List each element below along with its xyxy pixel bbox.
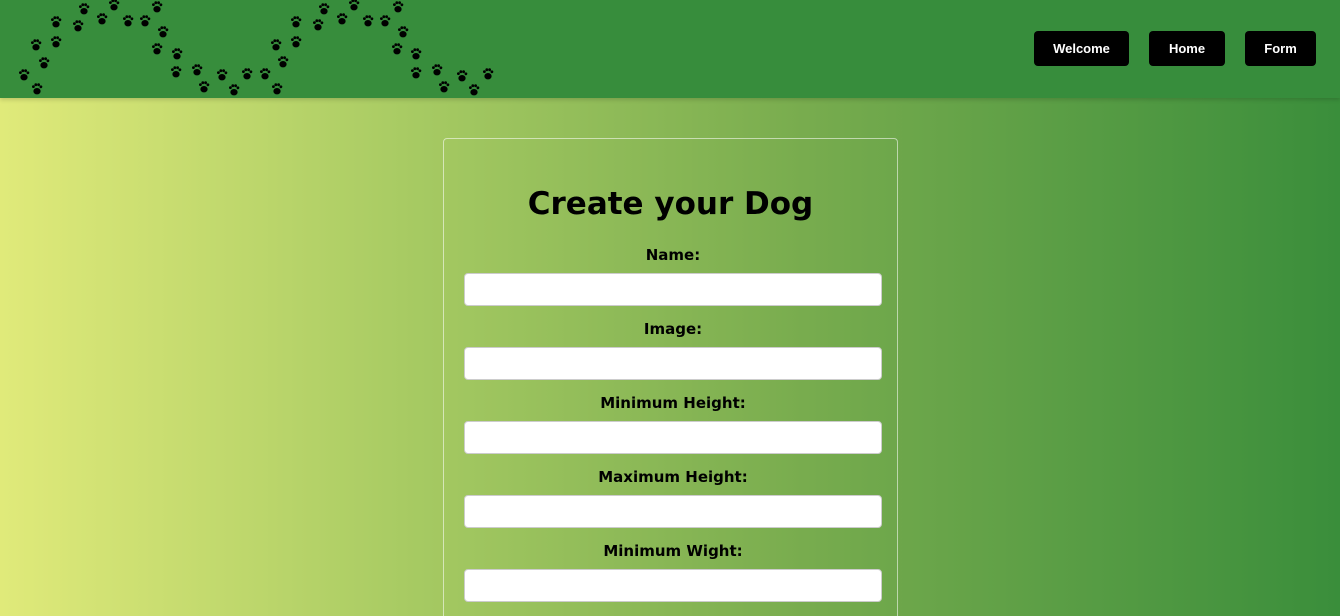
paw-icon xyxy=(291,16,302,28)
paw-icon xyxy=(380,15,391,27)
paw-icon xyxy=(392,43,403,55)
paw-icon xyxy=(291,36,302,48)
paw-icon xyxy=(363,15,374,27)
paw-icon xyxy=(51,36,62,48)
paw-icon xyxy=(349,0,360,11)
nav-buttons: Welcome Home Form xyxy=(1034,31,1316,66)
paw-icon xyxy=(439,81,450,93)
paw-icon xyxy=(19,69,30,81)
create-dog-form: Create your Dog Name: Image: Minimum Hei… xyxy=(443,138,898,616)
name-field: Name: xyxy=(464,245,882,306)
min-height-input[interactable] xyxy=(464,421,882,454)
paw-icon xyxy=(158,26,169,38)
paw-icon xyxy=(192,64,203,76)
paw-icon xyxy=(51,16,62,28)
paw-icon xyxy=(272,83,283,95)
form-button[interactable]: Form xyxy=(1245,31,1316,66)
paw-icon xyxy=(199,81,210,93)
paw-icon xyxy=(31,39,42,51)
welcome-button[interactable]: Welcome xyxy=(1034,31,1129,66)
paw-icon xyxy=(457,70,468,82)
paw-icon xyxy=(271,39,282,51)
min-height-label: Minimum Height: xyxy=(600,394,746,412)
min-weight-label: Minimum Wight: xyxy=(603,542,743,560)
min-height-field: Minimum Height: xyxy=(464,393,882,454)
form-title: Create your Dog xyxy=(527,186,814,222)
paw-icon xyxy=(393,1,404,13)
paw-icon xyxy=(260,68,271,80)
paw-icon xyxy=(398,26,409,38)
paw-icon xyxy=(140,15,151,27)
paw-icon xyxy=(469,84,480,96)
paw-icon xyxy=(483,68,494,80)
max-height-label: Maximum Height: xyxy=(598,468,748,486)
paw-icon xyxy=(171,66,182,78)
paw-icon xyxy=(39,57,50,69)
paw-icon xyxy=(217,69,228,81)
image-label: Image: xyxy=(643,320,703,338)
paw-icon xyxy=(152,43,163,55)
paw-icon xyxy=(97,13,108,25)
paw-icon xyxy=(172,48,183,60)
name-input[interactable] xyxy=(464,273,882,306)
max-height-input[interactable] xyxy=(464,495,882,528)
paw-icon xyxy=(73,20,84,32)
paw-icon xyxy=(242,68,253,80)
max-height-field: Maximum Height: xyxy=(464,467,882,528)
image-input[interactable] xyxy=(464,347,882,380)
navbar: Welcome Home Form xyxy=(0,0,1340,98)
paw-icon xyxy=(411,67,422,79)
paw-icon xyxy=(32,83,43,95)
paw-icon xyxy=(319,3,330,15)
paw-icon xyxy=(123,15,134,27)
paw-prints-decoration xyxy=(19,0,494,96)
paw-icon xyxy=(432,64,443,76)
paw-icon xyxy=(109,0,120,11)
min-weight-field: Minimum Wight: xyxy=(464,541,882,602)
image-field: Image: xyxy=(464,319,882,380)
paw-icon xyxy=(79,3,90,15)
paw-icon xyxy=(337,13,348,25)
paw-icon xyxy=(152,1,163,13)
home-button[interactable]: Home xyxy=(1149,31,1225,66)
paw-icon xyxy=(229,84,240,96)
name-label: Name: xyxy=(645,246,701,264)
paw-icon xyxy=(313,19,324,31)
paw-icon xyxy=(278,56,289,68)
paw-icon xyxy=(411,48,422,60)
min-weight-input[interactable] xyxy=(464,569,882,602)
